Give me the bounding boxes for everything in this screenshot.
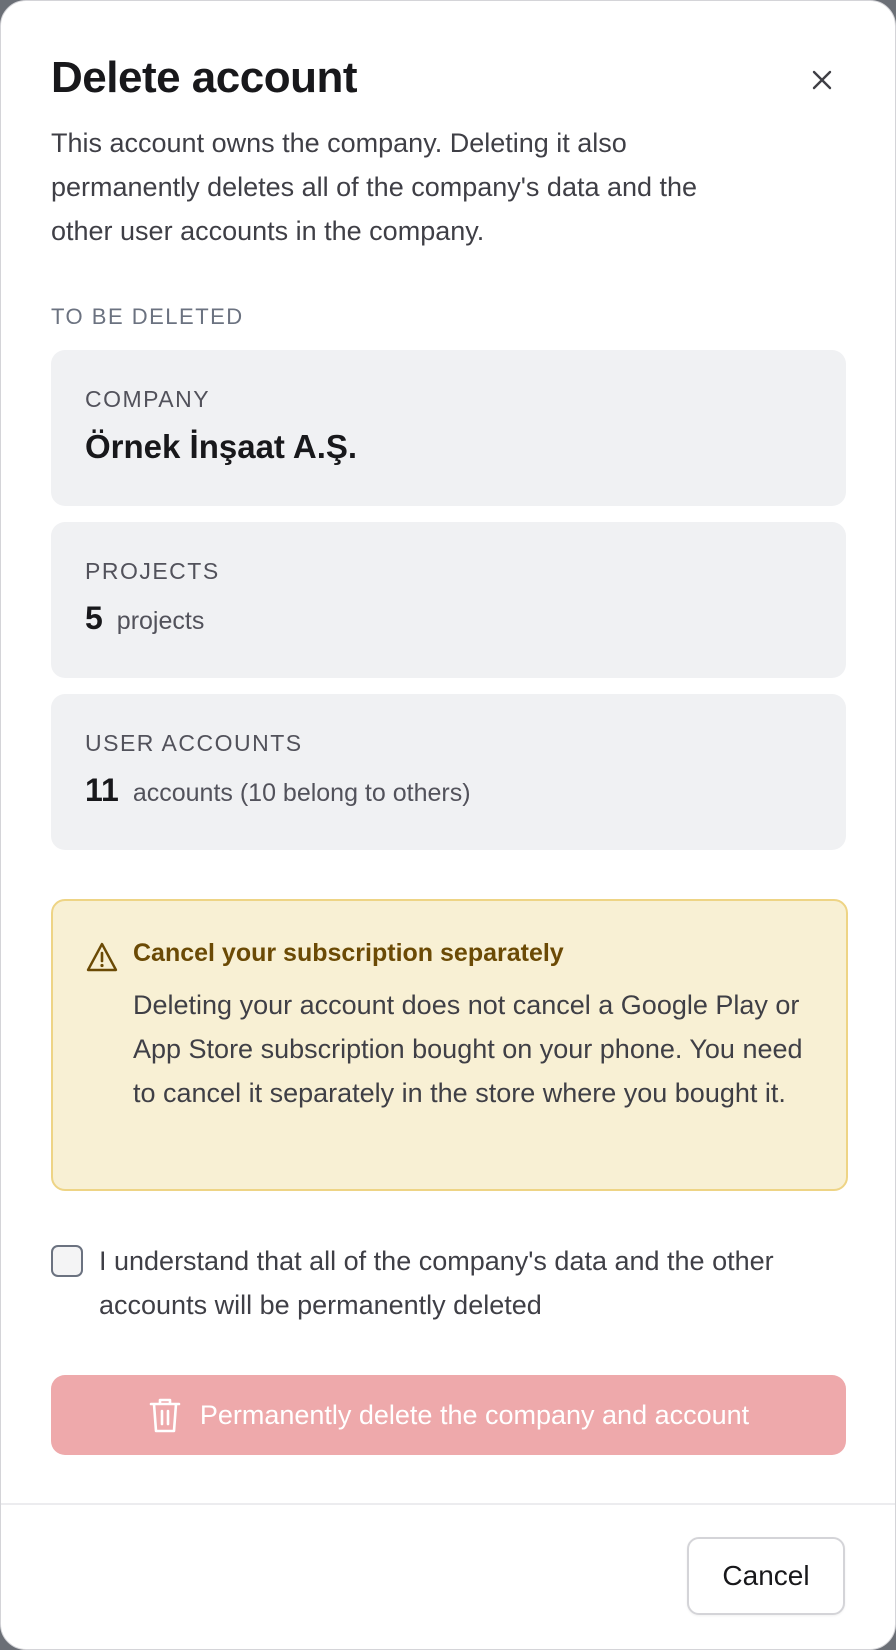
company-card: COMPANY Örnek İnşaat A.Ş. bbox=[51, 350, 846, 506]
warning-text: Deleting your account does not cancel a … bbox=[133, 990, 803, 1108]
warning-triangle-icon bbox=[86, 942, 118, 972]
confirmation-row[interactable]: I understand that all of the company's d… bbox=[51, 1239, 789, 1327]
dialog-title: Delete account bbox=[51, 53, 357, 102]
confirmation-checkbox[interactable] bbox=[51, 1245, 83, 1277]
subscription-warning: Cancel your subscription separately Dele… bbox=[51, 899, 848, 1191]
to-be-deleted-label: TO BE DELETED bbox=[51, 304, 244, 329]
permanent-delete-button[interactable]: Permanently delete the company and accou… bbox=[51, 1375, 846, 1455]
user-accounts-card: USER ACCOUNTS 11 accounts (10 belong to … bbox=[51, 694, 846, 850]
projects-count-row: 5 projects bbox=[85, 600, 204, 637]
company-label: COMPANY bbox=[85, 386, 211, 412]
company-name: Örnek İnşaat A.Ş. bbox=[85, 428, 358, 465]
footer-divider bbox=[1, 1503, 895, 1505]
warning-title: Cancel your subscription separately bbox=[133, 939, 564, 967]
user-accounts-label: USER ACCOUNTS bbox=[85, 730, 303, 756]
projects-count: 5 bbox=[85, 600, 103, 636]
user-accounts-count: 11 bbox=[85, 772, 119, 808]
close-icon[interactable] bbox=[807, 65, 837, 95]
dialog-description: This account owns the company. Deleting … bbox=[51, 128, 698, 246]
delete-account-dialog: Delete account This account owns the com… bbox=[0, 0, 896, 1650]
user-accounts-unit: accounts (10 belong to others) bbox=[132, 779, 471, 807]
user-accounts-count-row: 11 accounts (10 belong to others) bbox=[85, 772, 471, 809]
cancel-button[interactable]: Cancel bbox=[687, 1537, 845, 1615]
trash-icon bbox=[149, 1398, 181, 1433]
projects-unit: projects bbox=[116, 607, 205, 635]
confirmation-label[interactable]: I understand that all of the company's d… bbox=[99, 1239, 789, 1327]
permanent-delete-label: Permanently delete the company and accou… bbox=[199, 1399, 750, 1430]
projects-label: PROJECTS bbox=[85, 558, 220, 584]
projects-card: PROJECTS 5 projects bbox=[51, 522, 846, 678]
